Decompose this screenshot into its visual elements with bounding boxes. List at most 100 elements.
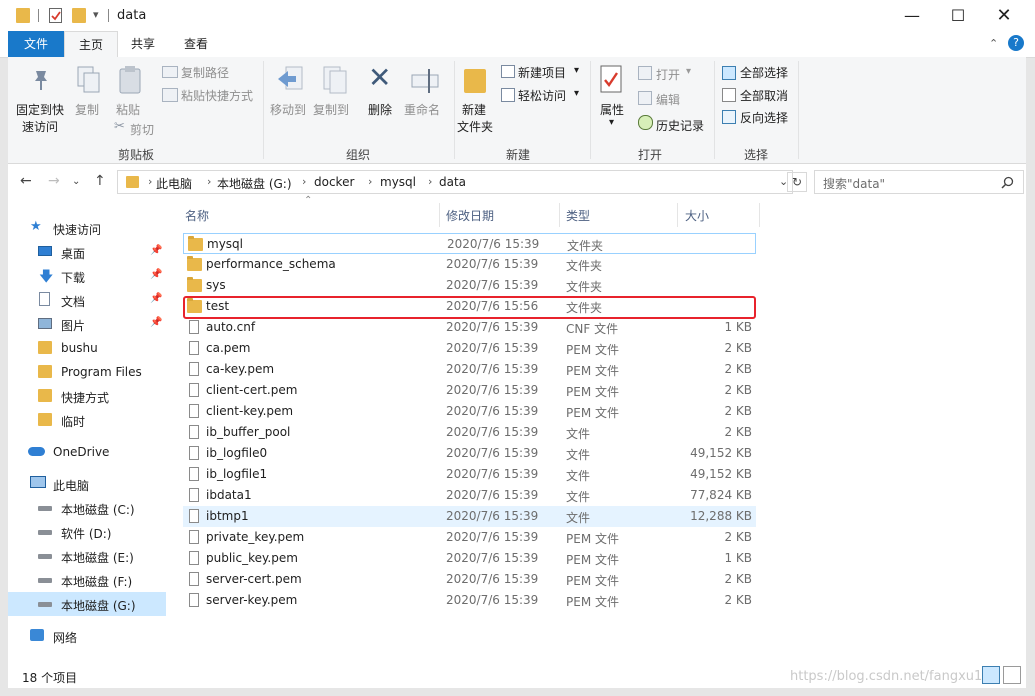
file-row[interactable]: private_key.pem 2020/7/6 15:39 PEM 文件 2 KB <box>183 527 756 548</box>
file-row[interactable]: ca-key.pem 2020/7/6 15:39 PEM 文件 2 KB <box>183 359 756 380</box>
large-icons-view-icon[interactable] <box>1003 666 1021 684</box>
properties-button[interactable]: 属性 <box>600 101 624 118</box>
file-row[interactable]: ib_logfile1 2020/7/6 15:39 文件 49,152 KB <box>183 464 756 485</box>
chevron-right-icon[interactable]: › <box>207 175 211 188</box>
new-folder-button[interactable]: 新建 <box>462 101 486 118</box>
breadcrumb-drive-g[interactable]: 本地磁盘 (G:) <box>217 175 292 192</box>
new-item-dropdown-icon[interactable]: ▾ <box>574 65 579 76</box>
breadcrumb-mysql[interactable]: mysql <box>380 175 416 189</box>
qat-dropdown-icon[interactable]: ▾ <box>93 8 99 21</box>
file-row[interactable]: public_key.pem 2020/7/6 15:39 PEM 文件 1 KB <box>183 548 756 569</box>
chevron-right-icon[interactable]: › <box>428 175 432 188</box>
close-button[interactable]: ✕ <box>981 0 1027 31</box>
file-row[interactable]: server-key.pem 2020/7/6 15:39 PEM 文件 2 KB <box>183 590 756 611</box>
column-divider[interactable] <box>677 203 678 227</box>
pin-icon[interactable]: 📌 <box>150 245 162 256</box>
copy-button[interactable]: 复制 <box>75 101 99 118</box>
pin-icon[interactable]: 📌 <box>150 317 162 328</box>
details-view-icon[interactable] <box>982 666 1000 684</box>
file-row[interactable]: ib_buffer_pool 2020/7/6 15:39 文件 2 KB <box>183 422 756 443</box>
properties-dropdown-icon[interactable]: ▾ <box>609 117 614 128</box>
paste-button[interactable]: 粘贴 <box>116 101 140 118</box>
sidebar-item[interactable]: 网络 <box>8 624 166 648</box>
file-row[interactable]: auto.cnf 2020/7/6 15:39 CNF 文件 1 KB <box>183 317 756 338</box>
sidebar-item[interactable]: bushu <box>8 336 166 360</box>
rename-button[interactable]: 重命名 <box>404 101 440 118</box>
sidebar-item[interactable]: 此电脑 <box>8 472 166 496</box>
sidebar-item[interactable]: OneDrive <box>8 440 166 464</box>
file-row[interactable]: ibtmp1 2020/7/6 15:39 文件 12,288 KB <box>183 506 756 527</box>
tab-file[interactable]: 文件 <box>8 31 64 57</box>
sidebar-item[interactable]: 桌面 📌 <box>8 240 166 264</box>
file-row[interactable]: client-key.pem 2020/7/6 15:39 PEM 文件 2 KB <box>183 401 756 422</box>
sidebar-item[interactable]: 文档 📌 <box>8 288 166 312</box>
pin-icon[interactable]: 📌 <box>150 269 162 280</box>
chevron-right-icon[interactable]: › <box>302 175 306 188</box>
select-all-button[interactable]: 全部选择 <box>740 64 788 81</box>
file-row[interactable]: client-cert.pem 2020/7/6 15:39 PEM 文件 2 KB <box>183 380 756 401</box>
column-header-size[interactable]: 大小 <box>685 207 709 224</box>
column-header-date[interactable]: 修改日期 <box>446 207 494 224</box>
cut-button[interactable]: 剪切 <box>130 121 154 138</box>
tab-home[interactable]: 主页 <box>64 31 118 58</box>
invert-selection-button[interactable]: 反向选择 <box>740 109 788 126</box>
history-button[interactable]: 历史记录 <box>656 117 704 134</box>
select-none-button[interactable]: 全部取消 <box>740 87 788 104</box>
copy-path-button[interactable]: 复制路径 <box>181 64 229 81</box>
sidebar-item[interactable]: 本地磁盘 (C:) <box>8 496 166 520</box>
folder-icon[interactable] <box>16 8 30 23</box>
column-divider[interactable] <box>559 203 560 227</box>
tab-share[interactable]: 共享 <box>118 31 168 57</box>
refresh-icon[interactable]: ↻ <box>787 172 807 192</box>
file-row[interactable]: performance_schema 2020/7/6 15:39 文件夹 <box>183 254 756 275</box>
file-row[interactable]: mysql 2020/7/6 15:39 文件夹 <box>183 233 756 254</box>
forward-arrow-icon[interactable]: → <box>48 173 60 189</box>
breadcrumb-data[interactable]: data <box>439 175 466 189</box>
sidebar-item[interactable]: 本地磁盘 (E:) <box>8 544 166 568</box>
chevron-right-icon[interactable]: › <box>148 175 152 188</box>
column-header-name[interactable]: 名称 <box>185 207 209 224</box>
breadcrumb-docker[interactable]: docker <box>314 175 354 189</box>
file-row[interactable]: server-cert.pem 2020/7/6 15:39 PEM 文件 2 KB <box>183 569 756 590</box>
address-bar[interactable]: › 此电脑 › 本地磁盘 (G:) › docker › mysql › dat… <box>117 170 793 194</box>
pin-quick-access-button[interactable]: 固定到快 <box>16 101 64 118</box>
sidebar-item[interactable]: 🡇 下载 📌 <box>8 264 166 288</box>
search-box[interactable]: 搜索"data" <box>814 170 1024 194</box>
file-row[interactable]: ib_logfile0 2020/7/6 15:39 文件 49,152 KB <box>183 443 756 464</box>
help-icon[interactable]: ? <box>1008 35 1024 51</box>
sidebar-item[interactable]: 软件 (D:) <box>8 520 166 544</box>
open-button[interactable]: 打开 <box>656 66 680 83</box>
minimize-button[interactable]: — <box>889 0 935 31</box>
recent-locations-icon[interactable]: ⌄ <box>72 176 80 187</box>
file-row[interactable]: sys 2020/7/6 15:39 文件夹 <box>183 275 756 296</box>
up-arrow-icon[interactable]: ↑ <box>94 173 106 189</box>
easy-access-button[interactable]: 轻松访问 <box>518 87 566 104</box>
title-bar[interactable]: ▾ data — ☐ ✕ <box>0 0 1035 31</box>
sidebar-item[interactable]: 快捷方式 <box>8 384 166 408</box>
tab-view[interactable]: 查看 <box>170 31 222 57</box>
back-arrow-icon[interactable]: ← <box>20 173 32 189</box>
pin-icon[interactable]: 📌 <box>150 293 162 304</box>
column-header-type[interactable]: 类型 <box>566 207 590 224</box>
search-icon[interactable] <box>1001 176 1014 189</box>
maximize-button[interactable]: ☐ <box>935 0 981 31</box>
open-dropdown-icon[interactable]: ▾ <box>686 66 691 77</box>
file-row[interactable]: ca.pem 2020/7/6 15:39 PEM 文件 2 KB <box>183 338 756 359</box>
sidebar-item[interactable]: Program Files <box>8 360 166 384</box>
sidebar-item[interactable]: 图片 📌 <box>8 312 166 336</box>
chevron-right-icon[interactable]: › <box>368 175 372 188</box>
breadcrumb-this-pc[interactable]: 此电脑 <box>156 175 192 192</box>
sidebar-item[interactable]: 本地磁盘 (F:) <box>8 568 166 592</box>
sidebar-item[interactable]: ★ 快速访问 <box>8 216 166 240</box>
search-input[interactable]: 搜索"data" <box>823 175 885 192</box>
new-folder-icon[interactable] <box>72 8 86 23</box>
copy-to-button[interactable]: 复制到 <box>313 101 349 118</box>
sidebar-item[interactable]: 本地磁盘 (G:) <box>8 592 166 616</box>
paste-shortcut-button[interactable]: 粘贴快捷方式 <box>181 87 253 104</box>
column-divider[interactable] <box>439 203 440 227</box>
collapse-ribbon-icon[interactable]: ⌃ <box>989 37 998 50</box>
move-to-button[interactable]: 移动到 <box>270 101 306 118</box>
file-row[interactable]: ibdata1 2020/7/6 15:39 文件 77,824 KB <box>183 485 756 506</box>
column-divider[interactable] <box>759 203 760 227</box>
edit-button[interactable]: 编辑 <box>656 91 680 108</box>
